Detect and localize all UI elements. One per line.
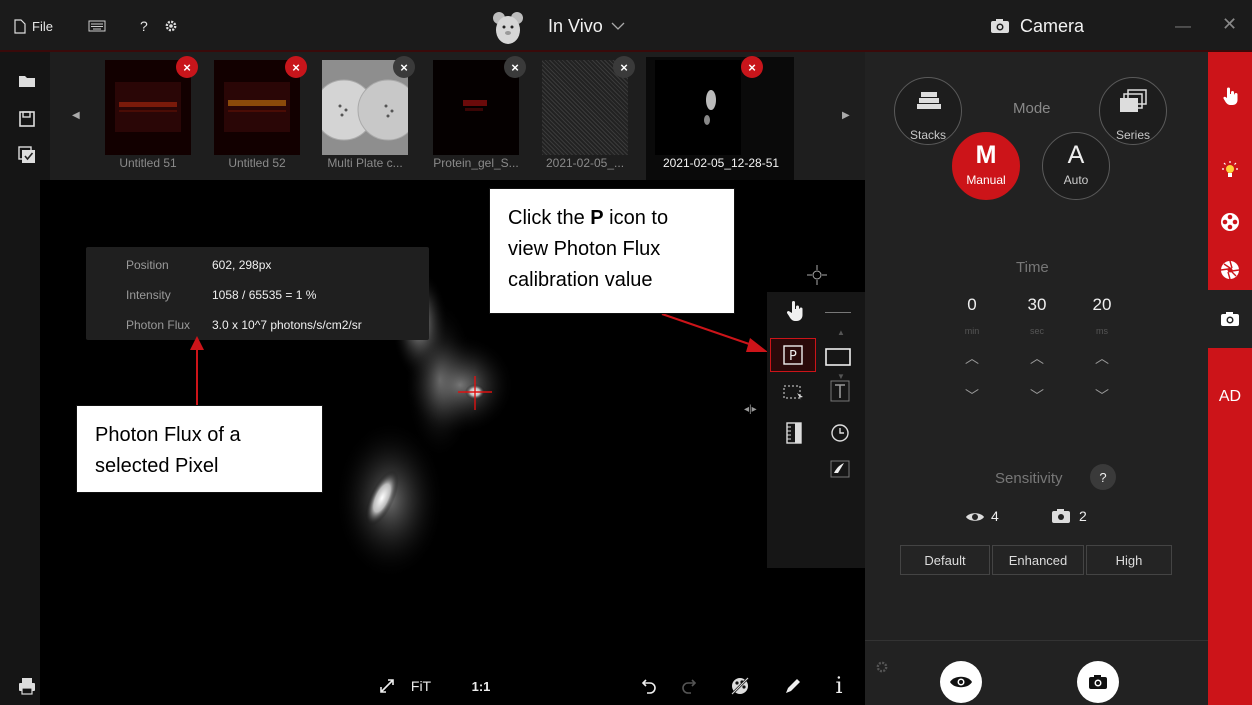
manual-label: Manual xyxy=(966,173,1006,187)
seconds-decrement-button[interactable]: ﹀ xyxy=(1017,386,1057,406)
manual-letter: M xyxy=(975,141,997,169)
callout-text: view Photon Flux xyxy=(508,238,661,260)
hand-pointer-icon xyxy=(786,301,803,321)
pen-button[interactable] xyxy=(780,672,806,700)
capture-button[interactable] xyxy=(1077,661,1119,703)
redo-button[interactable] xyxy=(676,672,702,700)
text-t-icon xyxy=(830,380,850,402)
sensitivity-default-button[interactable]: Default xyxy=(900,545,990,575)
sensitivity-help-button[interactable]: ? xyxy=(1090,464,1116,490)
sensitivity-enhanced-button[interactable]: Enhanced xyxy=(992,545,1084,575)
text-tool[interactable] xyxy=(827,378,853,404)
photon-flux-tool[interactable]: P xyxy=(770,338,816,372)
photon-flux-callout: Photon Flux of a selected Pixel xyxy=(76,405,323,493)
camera-icon[interactable] xyxy=(1220,309,1240,329)
color-palette-button[interactable] xyxy=(726,672,754,700)
rectangle-icon xyxy=(825,348,851,366)
stacks-mode-button[interactable]: Stacks xyxy=(894,77,962,145)
ruler-tool[interactable] xyxy=(781,420,807,446)
milliseconds-unit: ms xyxy=(1096,326,1108,336)
series-label: Series xyxy=(1115,128,1150,142)
redo-icon xyxy=(682,679,697,694)
line-tool-icon[interactable] xyxy=(825,312,851,313)
auto-label: Auto xyxy=(1063,173,1089,187)
touch-hand-icon[interactable] xyxy=(1220,86,1240,106)
eye-icon xyxy=(966,513,984,521)
undo-button[interactable] xyxy=(636,672,662,700)
panel-divider xyxy=(865,640,1208,641)
right-sidebar xyxy=(1208,52,1252,705)
callout-text: selected Pixel xyxy=(95,455,219,477)
timer-tool[interactable] xyxy=(827,420,853,446)
time-milliseconds-value[interactable]: 20 xyxy=(1082,295,1122,315)
camera-panel: Stacks Mode Series M Manual A Auto Time … xyxy=(865,52,1208,705)
minutes-decrement-button[interactable]: ﹀ xyxy=(952,386,992,406)
sensitivity-label: Sensitivity xyxy=(995,470,1063,487)
mode-label: Mode xyxy=(1013,100,1051,117)
series-mode-button[interactable]: Series xyxy=(1099,77,1167,145)
eye-icon xyxy=(950,676,972,688)
stacks-label: Stacks xyxy=(909,128,946,142)
clock-icon xyxy=(831,424,849,442)
callout-text: calibration value xyxy=(508,269,653,291)
sensitivity-high-button[interactable]: High xyxy=(1086,545,1172,575)
expand-diagonal-icon xyxy=(380,679,394,693)
callout-text: icon to xyxy=(603,207,669,229)
palette-slash-icon xyxy=(731,677,749,695)
stacks-icon xyxy=(917,92,941,109)
camera-icon xyxy=(1089,675,1107,689)
scroll-up-arrow-icon[interactable]: ▲ xyxy=(837,328,845,337)
time-label: Time xyxy=(1016,259,1049,276)
capture-sensitivity-value: 2 xyxy=(1079,508,1087,524)
tools-panel: ▲ P ▼ xyxy=(767,292,865,568)
ruler-icon xyxy=(786,422,802,444)
time-minutes-value[interactable]: 0 xyxy=(952,295,992,315)
actual-size-button[interactable]: 1:1 xyxy=(466,672,496,700)
milliseconds-decrement-button[interactable]: ﹀ xyxy=(1082,386,1122,406)
seconds-increment-button[interactable]: ︿ xyxy=(1017,348,1057,368)
series-icon xyxy=(1120,89,1147,112)
pan-arrows-icon[interactable] xyxy=(806,264,828,286)
info-button[interactable]: i xyxy=(826,672,852,700)
auto-letter: A xyxy=(1067,141,1085,169)
rectangle-tool[interactable] xyxy=(825,344,851,370)
callout-text: Photon Flux of a xyxy=(95,424,241,446)
expand-button[interactable] xyxy=(376,672,398,700)
fit-button[interactable]: FiT xyxy=(404,672,438,700)
hand-tool[interactable] xyxy=(782,298,808,324)
filter-wheel-icon[interactable] xyxy=(1220,212,1240,232)
p-icon-callout: Click the P icon to view Photon Flux cal… xyxy=(489,188,735,314)
panel-splitter-handle[interactable]: ◂|▸ xyxy=(744,404,757,415)
selection-tool[interactable] xyxy=(781,380,807,406)
dashed-selection-icon xyxy=(783,385,803,401)
preview-sensitivity-value: 4 xyxy=(991,508,999,524)
svg-text:P: P xyxy=(789,349,797,364)
manual-mode-button[interactable]: M Manual xyxy=(952,132,1020,200)
preview-button[interactable] xyxy=(940,661,982,703)
seconds-unit: sec xyxy=(1029,326,1044,336)
camera-icon xyxy=(1052,509,1070,523)
callout-text: Click the xyxy=(508,207,591,229)
callout-bold-text: P xyxy=(590,207,604,229)
auto-mode-button[interactable]: A Auto xyxy=(1042,132,1110,200)
pencil-icon xyxy=(786,679,800,693)
gear-icon[interactable] xyxy=(875,660,889,674)
aperture-icon[interactable] xyxy=(1220,260,1240,280)
milliseconds-increment-button[interactable]: ︿ xyxy=(1082,348,1122,368)
signature-tool[interactable] xyxy=(827,456,853,482)
minutes-unit: min xyxy=(964,326,980,336)
undo-icon xyxy=(641,679,656,694)
light-bulb-icon[interactable] xyxy=(1220,160,1240,180)
ad-button[interactable]: AD xyxy=(1208,388,1252,406)
time-seconds-value[interactable]: 30 xyxy=(1017,295,1057,315)
pen-signature-icon xyxy=(830,460,850,478)
minutes-increment-button[interactable]: ︿ xyxy=(952,348,992,368)
p-icon: P xyxy=(783,345,803,365)
